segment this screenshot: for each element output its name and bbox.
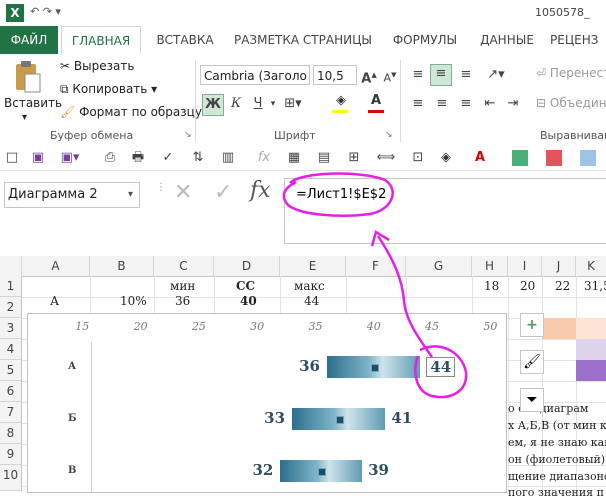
annotation-arrow	[376, 235, 434, 358]
annotation-circle-label	[414, 345, 468, 399]
annotation-overlay	[282, 172, 468, 399]
annotation-circle-formula	[282, 172, 394, 217]
